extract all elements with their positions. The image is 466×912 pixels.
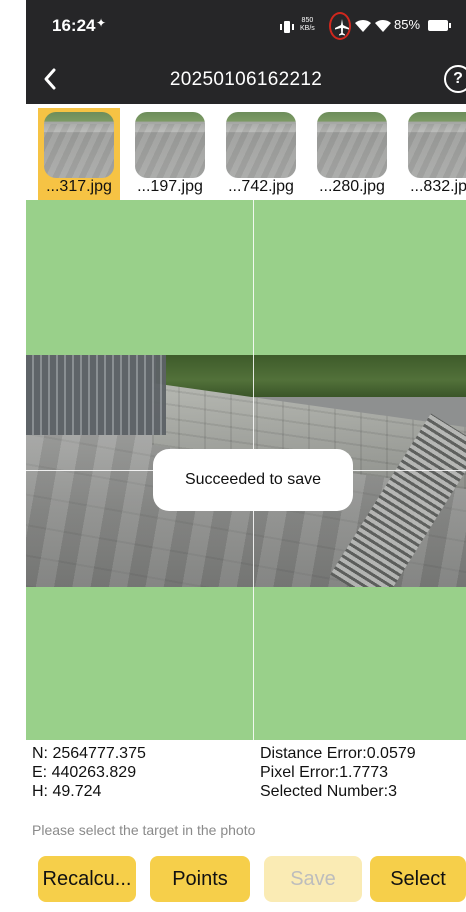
thumbnail-item[interactable]: ...832.jpg: [402, 108, 466, 200]
photo-viewer[interactable]: Succeeded to save: [26, 200, 466, 740]
battery-icon: [428, 20, 451, 31]
recalculate-button[interactable]: Recalcu...: [38, 856, 136, 902]
errors-panel: Distance Error:0.0579 Pixel Error:1.7773…: [260, 744, 416, 801]
thumbnail-item[interactable]: ...280.jpg: [311, 108, 393, 200]
thumbnail-label: ...280.jpg: [319, 178, 385, 195]
thumbnail-label: ...317.jpg: [46, 178, 112, 195]
battery-percent: 85%: [394, 17, 421, 32]
thumbnail-item[interactable]: ...197.jpg: [129, 108, 211, 200]
distance-error: Distance Error:0.0579: [260, 745, 416, 762]
thumbnail-image: [226, 112, 296, 178]
speed-value: 850: [301, 17, 314, 24]
status-bar: 16:24 ✦ 850 KB/s 85%: [26, 0, 466, 56]
thumbnail-image: [44, 112, 114, 178]
result-info: N: 2564777.375 E: 440263.829 H: 49.724 D…: [26, 740, 466, 810]
coord-e: E: 440263.829: [32, 764, 137, 781]
save-button[interactable]: Save: [264, 856, 362, 902]
title-bar: 20250106162212 ?: [26, 56, 466, 104]
toast-message: Succeeded to save: [153, 449, 353, 511]
hint-text: Please select the target in the photo: [32, 822, 256, 838]
thumbnail-image: [317, 112, 387, 178]
coordinates-panel: N: 2564777.375 E: 440263.829 H: 49.724: [32, 744, 146, 801]
status-time: 16:24: [52, 16, 96, 35]
thumbnail-item[interactable]: ...317.jpg: [38, 108, 120, 200]
thumbnail-label: ...197.jpg: [137, 178, 203, 195]
airplane-icon: [335, 19, 349, 36]
select-button[interactable]: Select: [370, 856, 466, 902]
thumbnail-item[interactable]: ...742.jpg: [220, 108, 302, 200]
page-title: 20250106162212: [169, 69, 323, 90]
selected-number: Selected Number:3: [260, 783, 397, 800]
action-bar: Recalcu... Points Save Select: [26, 856, 466, 906]
speed-unit: KB/s: [300, 25, 315, 32]
app-frame: 16:24 ✦ 850 KB/s 85% 20250106162212 ? ..…: [26, 0, 466, 912]
wifi-icon: [355, 19, 371, 32]
help-button[interactable]: ?: [444, 65, 466, 93]
thumbnail-image: [135, 112, 205, 178]
pixel-error: Pixel Error:1.7773: [260, 764, 389, 781]
thumbnail-label: ...832.jpg: [410, 178, 466, 195]
points-button[interactable]: Points: [150, 856, 250, 902]
thumbnail-image: [408, 112, 466, 178]
coord-h: H: 49.724: [32, 783, 102, 800]
vibrate-icon: [280, 21, 294, 33]
coord-n: N: 2564777.375: [32, 745, 146, 762]
photo-tiled-wall: [26, 355, 166, 435]
wifi-icon: [375, 19, 391, 32]
thumbnail-label: ...742.jpg: [228, 178, 294, 195]
network-speed: 850 KB/s: [300, 17, 315, 33]
settings-icon: ✦: [96, 16, 107, 30]
thumbnail-strip[interactable]: ...317.jpg ...197.jpg ...742.jpg ...280.…: [26, 104, 466, 200]
